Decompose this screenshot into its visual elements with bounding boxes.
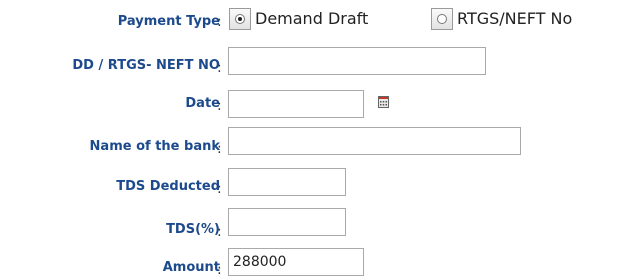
radio-selected-dot-icon: [238, 17, 242, 21]
rtgs-neft-label[interactable]: RTGS/NEFT No: [457, 9, 572, 29]
radio-circle-icon: [235, 14, 245, 24]
radio-circle-icon: [437, 14, 447, 24]
amount-row: Amount :: [0, 246, 627, 280]
rtgs-neft-radio[interactable]: [431, 8, 453, 30]
tds-percent-colon: :: [217, 224, 222, 240]
tds-percent-label: TDS(%): [166, 222, 220, 237]
payment-type-label: Payment Type: [117, 14, 220, 29]
dd-rtgs-neft-row: DD / RTGS- NEFT NO :: [0, 44, 627, 84]
tds-deducted-row: TDS Deducted :: [0, 166, 627, 206]
bank-name-colon: :: [217, 141, 222, 157]
date-input[interactable]: [228, 90, 364, 118]
amount-colon: :: [217, 262, 222, 278]
dd-rtgs-neft-label: DD / RTGS- NEFT NO: [72, 58, 220, 73]
date-label: Date: [185, 96, 220, 111]
bank-name-input[interactable]: [228, 127, 521, 155]
date-row: Date :: [0, 88, 627, 128]
bank-name-row: Name of the bank :: [0, 124, 627, 164]
calendar-icon[interactable]: [378, 96, 389, 108]
tds-deducted-input[interactable]: [228, 168, 346, 196]
tds-percent-input[interactable]: [228, 208, 346, 236]
bank-name-label: Name of the bank: [89, 139, 220, 154]
dd-rtgs-neft-input[interactable]: [228, 47, 486, 75]
demand-draft-label[interactable]: Demand Draft: [255, 9, 368, 29]
demand-draft-radio[interactable]: [229, 8, 251, 30]
tds-percent-row: TDS(%) :: [0, 206, 627, 246]
amount-label: Amount: [162, 260, 220, 275]
payment-type-row: Payment Type : Demand Draft RTGS/NEFT No: [0, 0, 627, 40]
amount-input[interactable]: [228, 248, 364, 276]
payment-type-colon: :: [217, 14, 222, 30]
tds-deducted-colon: :: [217, 181, 222, 197]
dd-rtgs-neft-colon: :: [217, 60, 222, 76]
tds-deducted-label: TDS Deducted: [116, 179, 220, 194]
date-colon: :: [217, 98, 222, 114]
